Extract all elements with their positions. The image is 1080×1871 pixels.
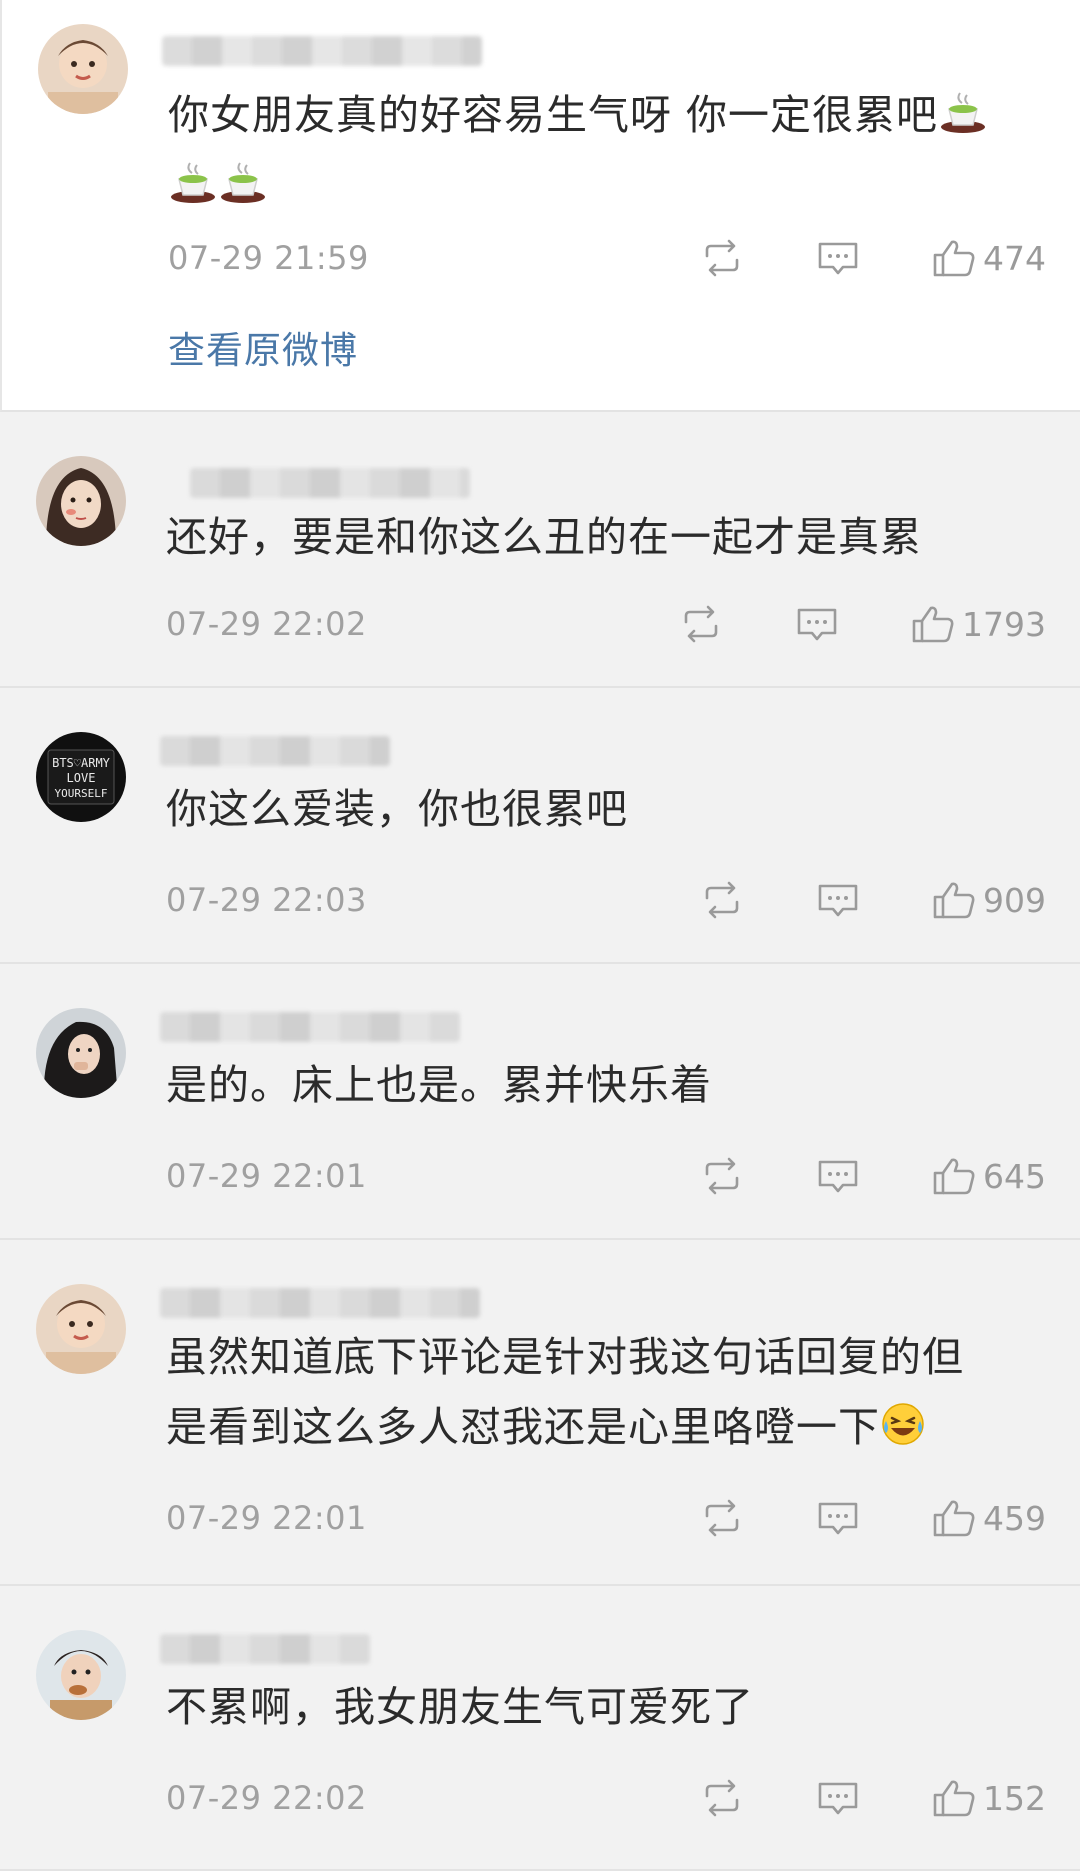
comment-actions: 459 (699, 1498, 1046, 1538)
avatar-text-line3: YOURSELF (55, 787, 108, 800)
avatar[interactable] (38, 24, 128, 114)
comment-text: 你女朋友真的好容易生气呀 你一定很累吧 (168, 80, 1046, 220)
comment-meta: 07-29 22:01 459 (166, 1496, 1046, 1540)
comment-icon[interactable] (815, 1778, 861, 1818)
like-button[interactable]: 152 (931, 1778, 1046, 1818)
thumbs-up-icon (931, 1778, 977, 1818)
username-blurred[interactable] (160, 736, 390, 766)
comment-icon[interactable] (815, 1498, 861, 1538)
comment-text: 你这么爱装，你也很累吧 (166, 785, 628, 833)
thumbs-up-icon (931, 238, 977, 278)
username-blurred[interactable] (160, 1634, 370, 1664)
comment-item: 虽然知道底下评论是针对我这句话回复的但 是看到这么多人怼我还是心里咯噔一下 07… (0, 1240, 1080, 1586)
comment-time: 07-29 22:01 (166, 1157, 367, 1195)
comment-icon[interactable] (815, 1156, 861, 1196)
username-blurred[interactable] (162, 36, 482, 66)
like-button[interactable]: 1793 (910, 604, 1046, 644)
thumbs-up-icon (910, 604, 956, 644)
comment-item: 你女朋友真的好容易生气呀 你一定很累吧 07-29 21:59 474 查看原微… (0, 0, 1080, 412)
like-count: 645 (983, 1156, 1046, 1196)
comment-time: 07-29 22:02 (166, 1779, 367, 1817)
like-count: 909 (983, 880, 1046, 920)
like-button[interactable]: 645 (931, 1156, 1046, 1196)
like-count: 474 (983, 238, 1046, 278)
repost-icon[interactable] (699, 880, 745, 920)
thumbs-up-icon (931, 1498, 977, 1538)
like-button[interactable]: 474 (931, 238, 1046, 278)
username-blurred[interactable] (160, 1012, 460, 1042)
username-blurred[interactable] (190, 468, 470, 498)
comment-icon[interactable] (815, 880, 861, 920)
view-original-link[interactable]: 查看原微博 (168, 320, 358, 374)
comment-time: 07-29 21:59 (168, 239, 369, 277)
comment-item: 还好，要是和你这么丑的在一起才是真累 07-29 22:02 1793 (0, 412, 1080, 688)
thumbs-up-icon (931, 880, 977, 920)
repost-icon[interactable] (699, 238, 745, 278)
avatar[interactable] (36, 1008, 126, 1098)
tea-emoji (168, 157, 218, 207)
like-button[interactable]: 459 (931, 1498, 1046, 1538)
comment-text: 虽然知道底下评论是针对我这句话回复的但 是看到这么多人怼我还是心里咯噔一下 (166, 1322, 1046, 1462)
like-count: 459 (983, 1498, 1046, 1538)
comment-icon[interactable] (794, 604, 840, 644)
comment-actions: 1793 (678, 604, 1046, 644)
comment-feed: 你女朋友真的好容易生气呀 你一定很累吧 07-29 21:59 474 查看原微… (0, 0, 1080, 1871)
comment-actions: 909 (699, 880, 1046, 920)
comment-text: 是的。床上也是。累并快乐着 (166, 1061, 712, 1109)
comment-text-line1: 虽然知道底下评论是针对我这句话回复的但 (166, 1333, 964, 1381)
comment-text-line2: 是看到这么多人怼我还是心里咯噔一下 (166, 1403, 880, 1451)
comment-text-content: 你女朋友真的好容易生气呀 你一定很累吧 (168, 91, 939, 139)
comment-meta: 07-29 21:59 474 (168, 236, 1046, 280)
comment-item: 是的。床上也是。累并快乐着 07-29 22:01 645 (0, 964, 1080, 1240)
comment-text: 不累啊，我女朋友生气可爱死了 (166, 1683, 754, 1731)
comment-item: 不累啊，我女朋友生气可爱死了 07-29 22:02 152 (0, 1586, 1080, 1871)
comment-meta: 07-29 22:01 645 (166, 1154, 1046, 1198)
avatar-text-line2: LOVE (67, 771, 96, 785)
comment-actions: 474 (699, 238, 1046, 278)
laugh-cry-emoji (880, 1398, 926, 1445)
like-count: 152 (983, 1778, 1046, 1818)
thumbs-up-icon (931, 1156, 977, 1196)
comment-meta: 07-29 22:03 909 (166, 878, 1046, 922)
comment-meta: 07-29 22:02 152 (166, 1776, 1046, 1820)
comment-item: BTS♡ARMY LOVE YOURSELF 你这么爱装，你也很累吧 07-29 2… (0, 688, 1080, 964)
comment-time: 07-29 22:03 (166, 881, 367, 919)
comment-time: 07-29 22:01 (166, 1499, 367, 1537)
comment-text: 还好，要是和你这么丑的在一起才是真累 (166, 513, 922, 561)
tea-emoji (218, 157, 268, 207)
comment-actions: 152 (699, 1778, 1046, 1818)
comment-actions: 645 (699, 1156, 1046, 1196)
like-button[interactable]: 909 (931, 880, 1046, 920)
username-blurred[interactable] (160, 1288, 480, 1318)
avatar-text-line1: BTS♡ARMY (52, 756, 111, 770)
tea-emoji (938, 87, 988, 137)
comment-icon[interactable] (815, 238, 861, 278)
like-count: 1793 (962, 604, 1046, 644)
avatar[interactable] (36, 1630, 126, 1720)
comment-meta: 07-29 22:02 1793 (166, 602, 1046, 646)
repost-icon[interactable] (678, 604, 724, 644)
repost-icon[interactable] (699, 1778, 745, 1818)
repost-icon[interactable] (699, 1498, 745, 1538)
avatar[interactable] (36, 1284, 126, 1374)
avatar[interactable] (36, 456, 126, 546)
avatar[interactable]: BTS♡ARMY LOVE YOURSELF (36, 732, 126, 822)
comment-time: 07-29 22:02 (166, 605, 367, 643)
repost-icon[interactable] (699, 1156, 745, 1196)
